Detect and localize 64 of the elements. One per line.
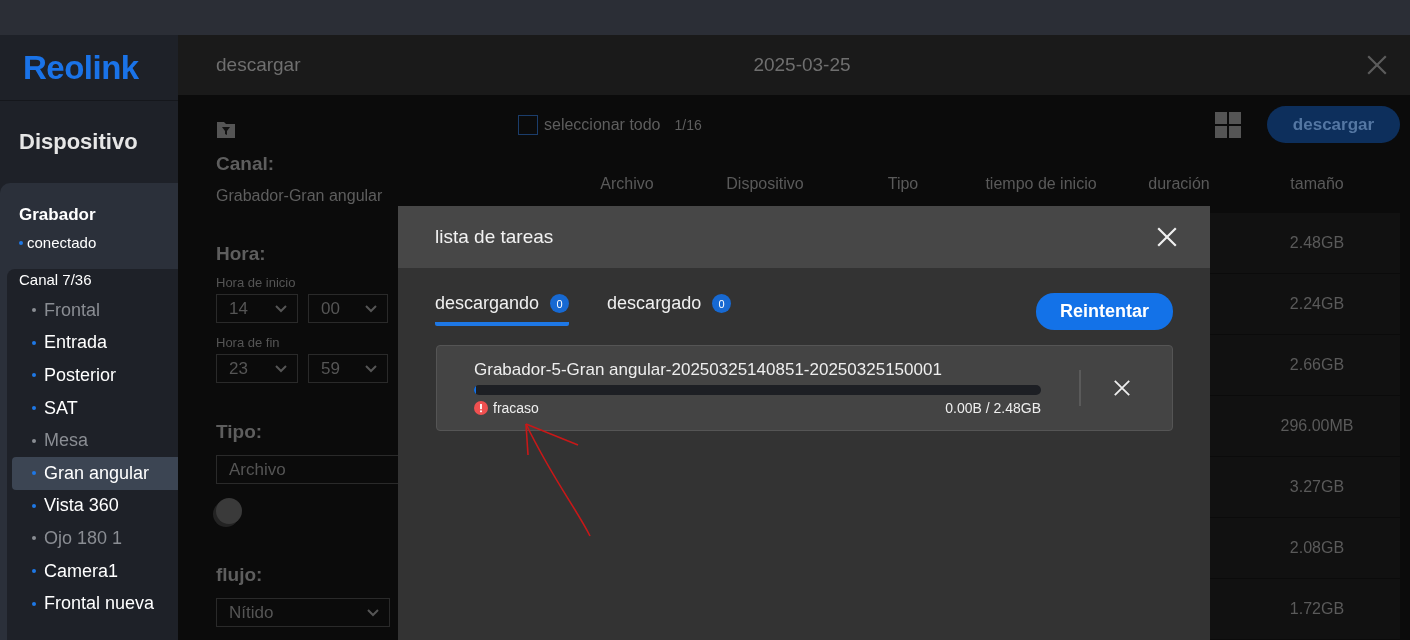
date-label: 2025-03-25 xyxy=(753,54,851,76)
stream-label: flujo: xyxy=(216,564,264,586)
chevron-down-icon xyxy=(275,364,287,373)
table-cell-text: 2.24GB xyxy=(1288,295,1346,314)
channel-value: Grabador-Gran angular xyxy=(216,187,384,205)
device-name: Grabador xyxy=(18,205,97,225)
type-select[interactable]: Archivo xyxy=(216,455,400,484)
channel-item[interactable]: Frontal xyxy=(12,294,178,327)
start-minute-select[interactable]: 00 xyxy=(308,294,388,323)
start-time-label: Hora de inicio xyxy=(216,275,297,290)
channel-label: Canal: xyxy=(216,153,276,175)
count-badge: 0 xyxy=(712,294,732,313)
table-cell-text: 2.48GB xyxy=(1288,234,1346,253)
channel-item[interactable]: SAT xyxy=(12,391,178,425)
channel-item[interactable]: Gran angular xyxy=(12,456,178,490)
task-status: fracaso xyxy=(493,400,539,416)
tab[interactable]: descargando 0 xyxy=(435,293,570,326)
download-button[interactable]: descargar xyxy=(1267,106,1400,143)
tab[interactable]: descargado 0 xyxy=(607,293,732,326)
end-minute-select[interactable]: 59 xyxy=(308,354,388,383)
select-all-label: seleccionar todo xyxy=(544,115,661,134)
selection-count: 1/16 xyxy=(674,116,702,133)
channel-item[interactable]: Camera1 xyxy=(12,554,178,588)
column-header: tiempo de inicio xyxy=(984,174,1098,193)
channel-item[interactable]: Posterior xyxy=(12,359,178,392)
table-cell-text: 2.66GB xyxy=(1288,356,1346,374)
channel-item[interactable]: Mesa xyxy=(12,424,178,457)
column-header: Tipo xyxy=(886,174,920,193)
type-label: Tipo: xyxy=(216,421,264,443)
column-header: tamaño xyxy=(1289,174,1345,193)
dialog-title: lista de tareas xyxy=(435,226,554,248)
channel-item[interactable]: Ojo 180 1 xyxy=(12,522,178,555)
select-all-checkbox[interactable] xyxy=(518,114,538,135)
chevron-down-icon xyxy=(365,364,377,373)
transfer-size: 0.00B / 2.48GB xyxy=(945,400,1041,416)
retry-button[interactable]: Reintentar xyxy=(1036,293,1173,330)
page-title: descargar xyxy=(216,54,302,76)
table-cell-text: 3.27GB xyxy=(1288,478,1346,496)
stream-select[interactable]: Nítido xyxy=(216,598,390,627)
device-status: conectado xyxy=(27,234,97,251)
task-name: Grabador-5-Gran angular-20250325140851-20250325150001 xyxy=(474,360,943,380)
end-time-label: Hora de fin xyxy=(216,335,281,350)
toggle-switch[interactable] xyxy=(216,498,242,524)
channel-item[interactable]: Frontal nueva xyxy=(12,587,178,620)
chevron-down-icon xyxy=(365,304,377,313)
table-cell-text: 1.72GB xyxy=(1288,599,1346,618)
channel-item[interactable]: Entrada xyxy=(12,326,178,360)
sidebar-title: Dispositivo xyxy=(18,128,139,156)
start-hour-select[interactable]: 14 xyxy=(216,294,298,323)
grid-icon[interactable] xyxy=(1215,111,1241,138)
chevron-down-icon xyxy=(275,304,287,313)
table-cell-text: 2.08GB xyxy=(1288,538,1346,557)
column-header: Archivo xyxy=(599,174,655,193)
column-header: Dispositivo xyxy=(725,174,805,193)
time-label: Hora: xyxy=(216,243,267,265)
chevron-down-icon xyxy=(367,608,379,617)
channel-count: Canal 7/36 xyxy=(18,271,93,290)
table-cell-text: 296.00MB xyxy=(1279,417,1355,435)
channel-item[interactable]: Vista 360 xyxy=(12,489,178,523)
folder-filter-icon xyxy=(216,119,236,139)
column-header: duración xyxy=(1147,174,1211,193)
count-badge: 0 xyxy=(550,294,570,313)
remove-button[interactable] xyxy=(1113,379,1131,397)
end-hour-select[interactable]: 23 xyxy=(216,354,298,383)
